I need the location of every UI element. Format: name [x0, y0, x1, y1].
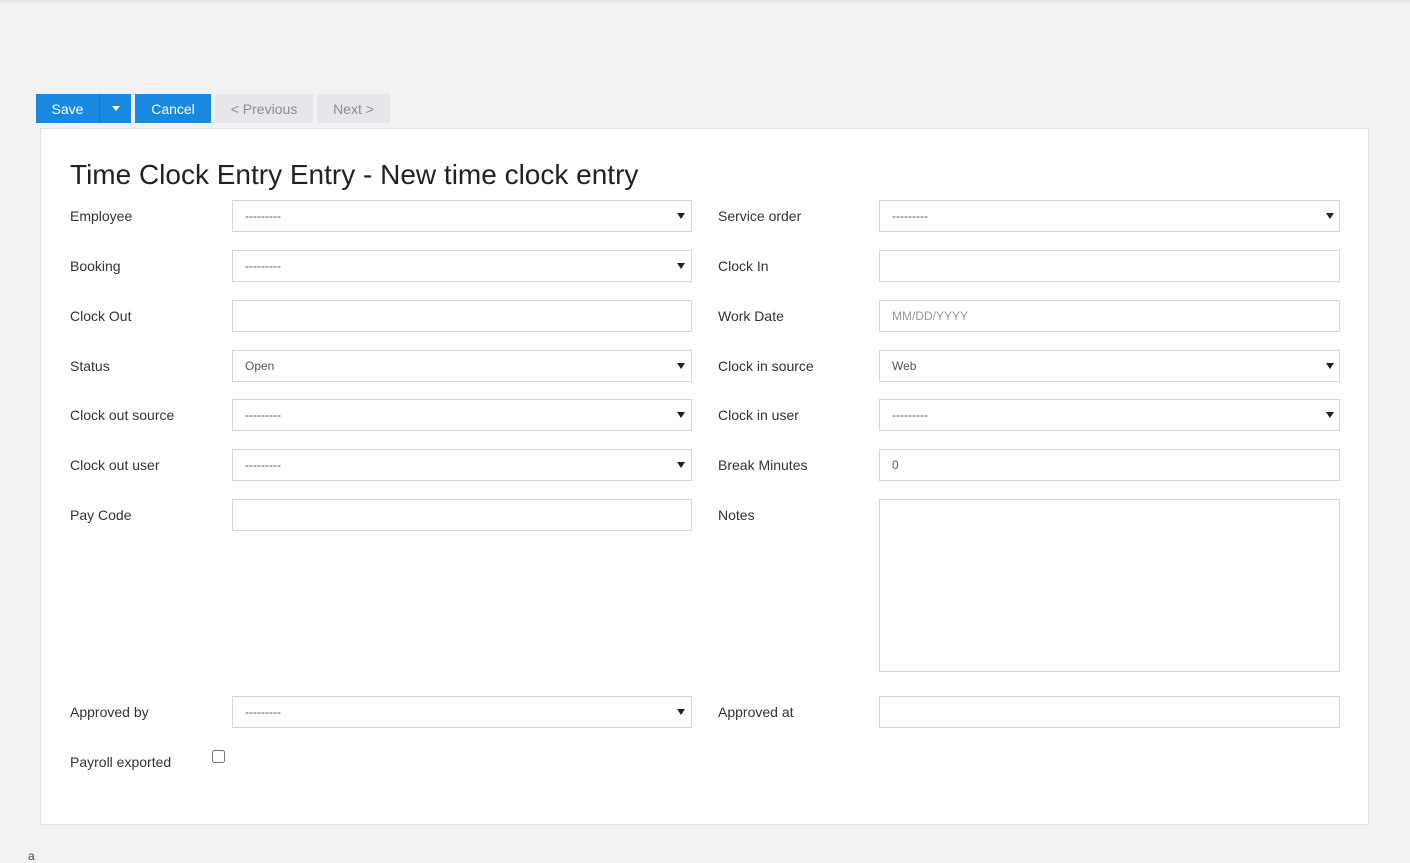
previous-button[interactable]: < Previous	[215, 94, 313, 123]
approved-by-label: Approved by	[70, 704, 149, 720]
service-order-label: Service order	[718, 208, 802, 224]
caret-down-icon	[111, 106, 120, 111]
form-toolbar: Save Cancel < Previous Next >	[36, 94, 390, 123]
page-title: Time Clock Entry Entry - New time clock …	[70, 159, 639, 190]
approved-by-select[interactable]: ---------	[232, 696, 692, 728]
clock-in-source-label: Clock in source	[718, 358, 814, 374]
payroll-exported-label: Payroll exported	[70, 754, 172, 770]
footer-text: a	[28, 849, 35, 863]
booking-select[interactable]: ---------	[232, 250, 692, 282]
service-order-select[interactable]: ---------	[879, 200, 1340, 232]
save-button[interactable]: Save	[36, 94, 99, 123]
employee-label: Employee	[70, 208, 133, 224]
notes-label: Notes	[718, 507, 755, 523]
break-minutes-label: Break Minutes	[718, 457, 808, 473]
top-shadow	[0, 0, 1410, 4]
approved-at-input[interactable]	[879, 696, 1340, 728]
clock-out-user-label: Clock out user	[70, 457, 160, 473]
break-minutes-input[interactable]	[879, 449, 1340, 481]
clock-in-label: Clock In	[718, 258, 769, 274]
clock-in-user-label: Clock in user	[718, 407, 799, 423]
employee-select[interactable]: ---------	[232, 200, 692, 232]
approved-at-label: Approved at	[718, 704, 794, 720]
status-label: Status	[70, 358, 110, 374]
status-select[interactable]: Open	[232, 350, 692, 382]
clock-out-source-select[interactable]: ---------	[232, 399, 692, 431]
clock-in-source-select[interactable]: Web	[879, 350, 1340, 382]
pay-code-input[interactable]	[232, 499, 692, 531]
clock-in-user-select[interactable]: ---------	[879, 399, 1340, 431]
clock-out-label: Clock Out	[70, 308, 132, 324]
form-panel: Time Clock Entry Entry - New time clock …	[40, 128, 1369, 825]
clock-out-user-select[interactable]: ---------	[232, 449, 692, 481]
booking-label: Booking	[70, 258, 121, 274]
payroll-exported-checkbox[interactable]	[212, 750, 225, 763]
clock-out-source-label: Clock out source	[70, 407, 175, 423]
work-date-input[interactable]	[879, 300, 1340, 332]
clock-in-input[interactable]	[879, 250, 1340, 282]
clock-out-input[interactable]	[232, 300, 692, 332]
cancel-button[interactable]: Cancel	[135, 94, 211, 123]
save-options-dropdown[interactable]	[99, 94, 131, 123]
next-button[interactable]: Next >	[317, 94, 390, 123]
pay-code-label: Pay Code	[70, 507, 132, 523]
notes-textarea[interactable]	[879, 499, 1340, 672]
work-date-label: Work Date	[718, 308, 784, 324]
